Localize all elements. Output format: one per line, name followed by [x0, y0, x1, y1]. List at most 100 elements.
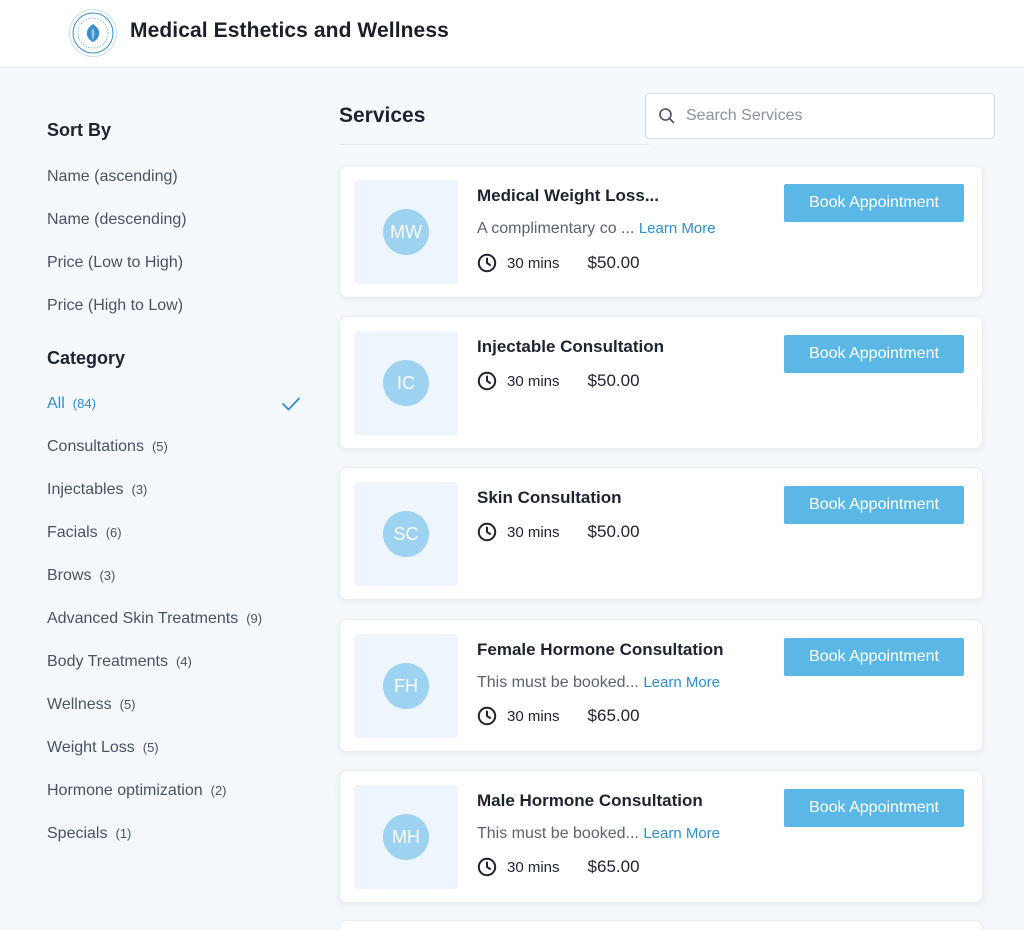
category-label: Body Treatments	[47, 653, 168, 670]
sort-option-name-desc[interactable]: Name (descending)	[47, 211, 187, 229]
service-duration: 30 mins	[507, 254, 560, 272]
clock-icon	[477, 371, 497, 391]
service-price: $65.00	[587, 706, 640, 725]
category-count: (3)	[99, 568, 116, 583]
category-label: Advanced Skin Treatments	[47, 610, 239, 627]
category-label: Facials	[47, 524, 98, 541]
category-item-consultations[interactable]: Consultations (5)	[47, 438, 168, 456]
service-meta: 30 mins $50.00	[477, 522, 640, 542]
service-meta: 30 mins $65.00	[477, 857, 640, 877]
category-item-body-treatments[interactable]: Body Treatments (4)	[47, 653, 192, 671]
service-name[interactable]: Medical Weight Loss...	[477, 186, 659, 206]
service-description-text: A complimentary co ...	[477, 220, 635, 237]
service-meta: 30 mins $50.00	[477, 371, 640, 391]
category-label: Hormone optimization	[47, 782, 203, 799]
service-price: $65.00	[587, 857, 640, 876]
top-header: Medical Esthetics and Wellness	[0, 0, 1024, 68]
category-item-weight-loss[interactable]: Weight Loss (5)	[47, 739, 159, 757]
category-count: (5)	[119, 697, 136, 712]
category-label: Weight Loss	[47, 739, 135, 756]
service-card-medical-weight-loss: MW Medical Weight Loss... A complimentar…	[339, 165, 983, 298]
service-price: $50.00	[587, 253, 640, 272]
clock-icon	[477, 706, 497, 726]
category-count: (5)	[142, 740, 159, 755]
learn-more-link[interactable]: Learn More	[643, 825, 720, 842]
category-item-hormone-optimization[interactable]: Hormone optimization (2)	[47, 782, 227, 800]
clock-icon	[477, 857, 497, 877]
service-initials-avatar: MH	[383, 814, 429, 860]
service-initials-avatar: FH	[383, 663, 429, 709]
category-item-all[interactable]: All (84)	[47, 395, 96, 413]
service-thumbnail: IC	[354, 331, 458, 435]
category-count: (84)	[72, 396, 96, 411]
category-item-advanced-skin-treatments[interactable]: Advanced Skin Treatments (9)	[47, 610, 262, 628]
service-price: $50.00	[587, 371, 640, 390]
service-meta: 30 mins $50.00	[477, 253, 640, 273]
category-count: (4)	[175, 654, 192, 669]
service-card-female-hormone-consultation: FH Female Hormone Consultation This must…	[339, 619, 983, 752]
sort-option-price-low-high[interactable]: Price (Low to High)	[47, 254, 183, 272]
check-icon	[282, 397, 300, 411]
category-label: Brows	[47, 567, 92, 584]
category-item-facials[interactable]: Facials (6)	[47, 524, 122, 542]
service-card-injectable-consultation: IC Injectable Consultation 30 mins $50.0…	[339, 316, 983, 449]
sort-option-price-high-low[interactable]: Price (High to Low)	[47, 297, 183, 315]
category-label: All	[47, 395, 65, 412]
learn-more-link[interactable]: Learn More	[643, 674, 720, 691]
service-duration: 30 mins	[507, 858, 560, 876]
category-count: (1)	[115, 826, 132, 841]
category-heading: Category	[47, 348, 126, 368]
service-meta: 30 mins $65.00	[477, 706, 640, 726]
service-card-skin-consultation: SC Skin Consultation 30 mins $50.00 Book…	[339, 467, 983, 600]
clock-icon	[477, 522, 497, 542]
service-duration: 30 mins	[507, 372, 560, 390]
category-item-injectables[interactable]: Injectables (3)	[47, 481, 147, 499]
category-label: Consultations	[47, 438, 144, 455]
search-icon	[659, 108, 675, 124]
service-name[interactable]: Male Hormone Consultation	[477, 791, 703, 811]
service-description: A complimentary co ... Learn More	[477, 220, 716, 238]
service-description-text: This must be booked...	[477, 674, 639, 691]
sort-option-name-asc[interactable]: Name (ascending)	[47, 168, 178, 186]
service-thumbnail: FH	[354, 634, 458, 738]
category-item-specials[interactable]: Specials (1)	[47, 825, 131, 843]
page-title: Services	[339, 104, 426, 127]
book-appointment-button[interactable]: Book Appointment	[784, 638, 964, 676]
service-initials-avatar: MW	[383, 209, 429, 255]
service-name[interactable]: Female Hormone Consultation	[477, 640, 724, 660]
service-initials-avatar: IC	[383, 360, 429, 406]
service-price: $50.00	[587, 522, 640, 541]
category-count: (6)	[105, 525, 122, 540]
service-duration: 30 mins	[507, 523, 560, 541]
category-label: Wellness	[47, 696, 112, 713]
category-item-wellness[interactable]: Wellness (5)	[47, 696, 136, 714]
service-initials-avatar: SC	[383, 511, 429, 557]
service-duration: 30 mins	[507, 707, 560, 725]
spa-logo-icon[interactable]	[69, 9, 117, 57]
learn-more-link[interactable]: Learn More	[639, 220, 716, 237]
category-item-brows[interactable]: Brows (3)	[47, 567, 115, 585]
service-thumbnail: SC	[354, 482, 458, 586]
service-name[interactable]: Injectable Consultation	[477, 337, 664, 357]
service-card-partial	[339, 920, 983, 930]
sort-by-heading: Sort By	[47, 120, 112, 140]
book-appointment-button[interactable]: Book Appointment	[784, 335, 964, 373]
search-box[interactable]	[645, 93, 995, 139]
clock-icon	[477, 253, 497, 273]
search-input[interactable]	[686, 107, 976, 125]
book-appointment-button[interactable]: Book Appointment	[784, 184, 964, 222]
category-count: (5)	[151, 439, 168, 454]
app-title: Medical Esthetics and Wellness	[130, 19, 449, 42]
service-name[interactable]: Skin Consultation	[477, 488, 622, 508]
service-thumbnail: MW	[354, 180, 458, 284]
category-count: (2)	[210, 783, 227, 798]
category-count: (9)	[246, 611, 263, 626]
book-appointment-button[interactable]: Book Appointment	[784, 789, 964, 827]
book-appointment-button[interactable]: Book Appointment	[784, 486, 964, 524]
category-count: (3)	[131, 482, 148, 497]
service-description: This must be booked... Learn More	[477, 825, 720, 843]
service-card-male-hormone-consultation: MH Male Hormone Consultation This must b…	[339, 770, 983, 903]
divider	[339, 144, 649, 145]
service-description-text: This must be booked...	[477, 825, 639, 842]
category-label: Specials	[47, 825, 108, 842]
